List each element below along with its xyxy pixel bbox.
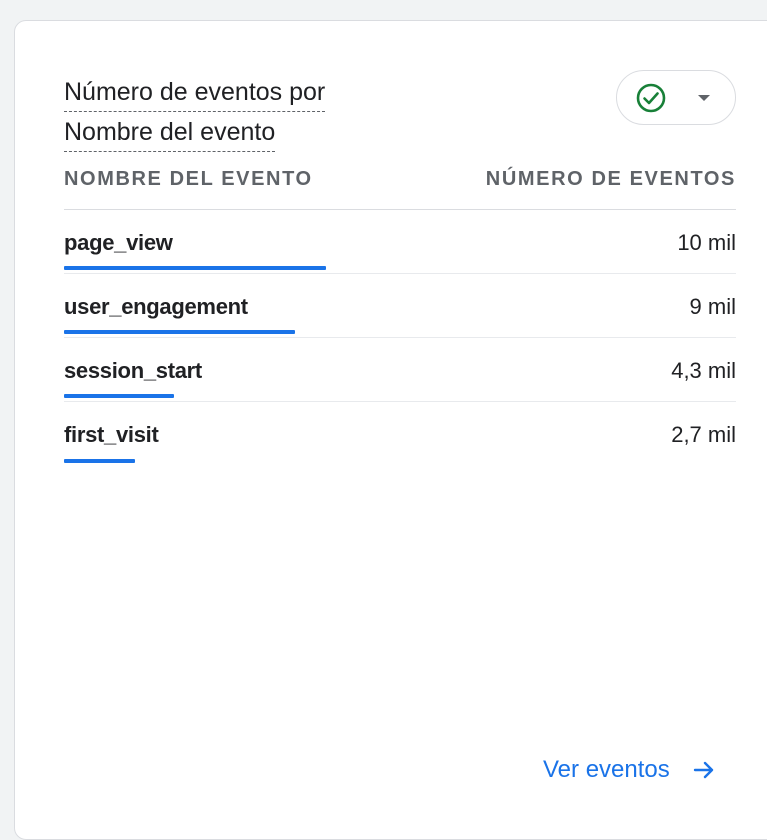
- card-title: Número de eventos por Nombre del evento: [64, 74, 424, 154]
- event-count-bar: [64, 394, 174, 398]
- table-row[interactable]: first_visit 2,7 mil: [64, 402, 736, 466]
- table-row[interactable]: session_start 4,3 mil: [64, 338, 736, 402]
- event-name[interactable]: session_start: [64, 358, 202, 384]
- event-count-bar: [64, 330, 295, 334]
- table-row[interactable]: user_engagement 9 mil: [64, 274, 736, 338]
- caret-down-icon: [698, 95, 710, 101]
- column-header-event-name[interactable]: NOMBRE DEL EVENTO: [64, 168, 313, 191]
- card-title-line2[interactable]: Nombre del evento: [64, 114, 276, 152]
- table-header: NOMBRE DEL EVENTO NÚMERO DE EVENTOS: [64, 162, 736, 210]
- event-count: 9 mil: [689, 294, 736, 319]
- event-name[interactable]: user_engagement: [64, 294, 248, 320]
- events-table: page_view 10 mil user_engagement 9 mil s…: [64, 210, 736, 466]
- column-header-event-count[interactable]: NÚMERO DE EVENTOS: [486, 168, 736, 191]
- event-count: 4,3 mil: [671, 358, 736, 383]
- event-count: 2,7 mil: [671, 422, 736, 447]
- event-count: 10 mil: [677, 230, 736, 255]
- arrow-right-icon: [693, 761, 713, 779]
- check-circle-icon: [636, 83, 666, 113]
- table-row[interactable]: page_view 10 mil: [64, 210, 736, 274]
- view-events-link[interactable]: Ver eventos: [543, 756, 716, 784]
- comparison-filter-button[interactable]: [616, 70, 736, 125]
- card-title-line1[interactable]: Número de eventos por: [64, 74, 326, 112]
- event-count-bar: [64, 266, 326, 270]
- event-count-bar: [64, 459, 135, 463]
- event-name[interactable]: page_view: [64, 230, 173, 256]
- event-name[interactable]: first_visit: [64, 422, 159, 448]
- view-events-label: Ver eventos: [543, 756, 670, 783]
